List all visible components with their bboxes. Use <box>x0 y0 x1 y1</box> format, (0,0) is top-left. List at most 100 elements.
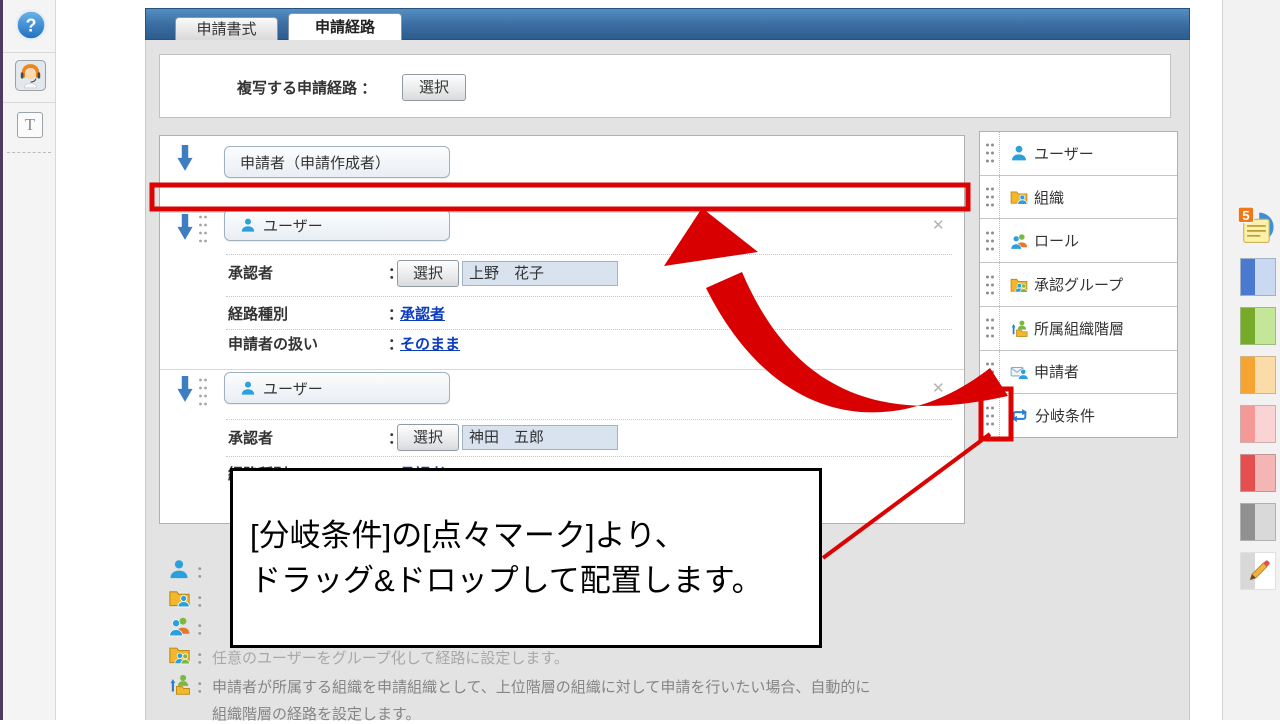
pencil-tool-button[interactable] <box>1240 552 1276 590</box>
swatch-gray[interactable] <box>1240 503 1276 541</box>
help-button[interactable]: ? <box>14 8 48 42</box>
swatch-orange[interactable] <box>1240 356 1276 394</box>
user-node[interactable]: ユーザー <box>224 372 450 404</box>
route-type-link[interactable]: 承認者 <box>400 303 445 324</box>
approver-label: 承認者 <box>228 265 274 282</box>
swatch-green[interactable] <box>1240 307 1276 345</box>
operator-button[interactable] <box>14 60 46 91</box>
palette-item-label: ロール <box>1034 233 1080 251</box>
palette-item-label: 所属組織階層 <box>1034 320 1125 338</box>
text-tool-button[interactable]: T <box>17 112 43 138</box>
field-divider <box>226 419 952 420</box>
role-icon <box>168 615 191 642</box>
user-node[interactable]: ユーザー <box>224 209 450 241</box>
branch-condition-icon <box>1010 407 1029 424</box>
user-node-label: ユーザー <box>263 217 323 235</box>
applicant-handling-label: 申請者の扱い <box>228 336 319 353</box>
user-node-label: ユーザー <box>263 380 323 398</box>
help-icon: ? <box>15 9 47 41</box>
palette-drag-handle-branch-condition[interactable] <box>980 394 1000 438</box>
instruction-callout-box: [分岐条件]の[点々マーク]より、 ドラッグ&ドロップして配置します。 <box>230 468 822 648</box>
field-divider <box>226 254 952 255</box>
palette-item-user[interactable]: ユーザー <box>980 132 1177 176</box>
legend-colon: ： <box>196 564 212 581</box>
block-close-button[interactable]: ✕ <box>932 379 945 397</box>
approver-name-field[interactable]: 上野 花子 <box>462 261 618 286</box>
flow-row-divider <box>160 183 964 184</box>
org-hierarchy-icon <box>1010 319 1028 338</box>
route-parts-palette: ユーザー 組織 ロール 承認グループ 所属組織階層 申請者 分岐条件 <box>979 131 1178 438</box>
approver-label: 承認者 <box>228 430 274 447</box>
start-node-label: 申請者（申請作成者） <box>240 154 391 172</box>
operator-icon <box>14 60 46 91</box>
block-close-button[interactable]: ✕ <box>932 216 945 234</box>
palette-item-approval-group[interactable]: 承認グループ <box>980 263 1177 307</box>
palette-drag-handle[interactable] <box>980 306 1000 350</box>
route-type-label: 経路種別 <box>228 306 289 323</box>
sidebar-divider <box>3 52 55 53</box>
copy-route-colon: ： <box>361 80 377 97</box>
legend-colon: ： <box>196 650 212 667</box>
palette-drag-handle[interactable] <box>980 132 1000 175</box>
copy-route-select-button[interactable]: 選択 <box>402 74 466 101</box>
swatch-red[interactable] <box>1240 454 1276 492</box>
flow-down-arrow-icon <box>177 214 193 240</box>
applicant-icon <box>1010 363 1028 381</box>
copy-route-panel: 複写する申請経路 ： 選択 <box>159 54 1171 118</box>
field-divider <box>226 329 952 330</box>
flow-down-arrow-icon <box>177 376 193 402</box>
approval-group-icon <box>168 644 191 671</box>
annotation-color-toolbar: 5 <box>1222 0 1280 720</box>
sidebar-dashed-divider <box>7 152 51 153</box>
field-divider <box>226 296 952 297</box>
palette-item-label: 承認グループ <box>1034 277 1124 295</box>
palette-item-label: 組織 <box>1034 189 1065 207</box>
start-node-applicant[interactable]: 申請者（申請作成者） <box>224 146 450 178</box>
approver-select-button[interactable]: 選択 <box>397 424 459 451</box>
tab-application-form[interactable]: 申請書式 <box>175 17 278 40</box>
field-divider <box>226 456 952 457</box>
sticky-note-icon: 5 <box>1237 206 1274 244</box>
copy-route-label-text: 複写する申請経路 <box>237 80 358 97</box>
approval-group-icon <box>1010 276 1028 294</box>
svg-text:5: 5 <box>1242 208 1249 223</box>
swatch-pink[interactable] <box>1240 405 1276 443</box>
legend-colon: ： <box>196 593 212 610</box>
block-drag-handle[interactable] <box>198 213 208 245</box>
route-flow-panel: 申請者（申請作成者） ユーザー ✕ 承認者 ： 選択 上野 花子 経路種別 ： … <box>159 135 965 524</box>
palette-drag-handle[interactable] <box>980 263 1000 306</box>
sticky-note-tool-button[interactable]: 5 <box>1237 206 1277 248</box>
palette-item-branch-condition[interactable]: 分岐条件 <box>980 394 1177 438</box>
user-icon <box>240 217 256 233</box>
org-hierarchy-icon <box>168 673 191 700</box>
swatch-blue[interactable] <box>1240 258 1276 296</box>
copy-route-label: 複写する申請経路 ： <box>237 77 376 98</box>
tab-application-route[interactable]: 申請経路 <box>288 13 402 40</box>
pencil-icon <box>1249 560 1270 581</box>
role-icon <box>1010 232 1028 250</box>
approver-select-button[interactable]: 選択 <box>397 260 459 287</box>
sidebar-divider <box>3 102 55 103</box>
flow-row-divider <box>160 369 964 370</box>
palette-item-org-hierarchy[interactable]: 所属組織階層 <box>980 306 1177 351</box>
approver-name-field[interactable]: 神田 五郎 <box>462 425 618 450</box>
svg-text:?: ? <box>26 16 37 36</box>
palette-item-role[interactable]: ロール <box>980 219 1177 264</box>
palette-drag-handle[interactable] <box>980 219 1000 263</box>
block-drag-handle[interactable] <box>198 376 208 408</box>
legend-colon: ： <box>196 621 212 638</box>
palette-item-organization[interactable]: 組織 <box>980 175 1177 220</box>
organization-icon <box>1010 188 1028 206</box>
palette-drag-handle[interactable] <box>980 175 1000 219</box>
palette-drag-handle[interactable] <box>980 350 1000 394</box>
applicant-handling-link[interactable]: そのまま <box>400 333 460 354</box>
legend-text: 任意のユーザーをグループ化して経路に設定します。 <box>212 650 569 667</box>
instruction-line-2: ドラッグ&ドロップして配置します。 <box>250 563 763 598</box>
palette-item-label: 分岐条件 <box>1035 408 1096 426</box>
legend-colon: ： <box>196 679 212 696</box>
user-icon <box>1010 144 1028 162</box>
palette-item-applicant[interactable]: 申請者 <box>980 350 1177 395</box>
annotation-tool-sidebar: ? T <box>3 0 56 720</box>
instruction-line-1: [分岐条件]の[点々マーク]より、 <box>250 518 686 553</box>
user-icon <box>168 558 190 585</box>
